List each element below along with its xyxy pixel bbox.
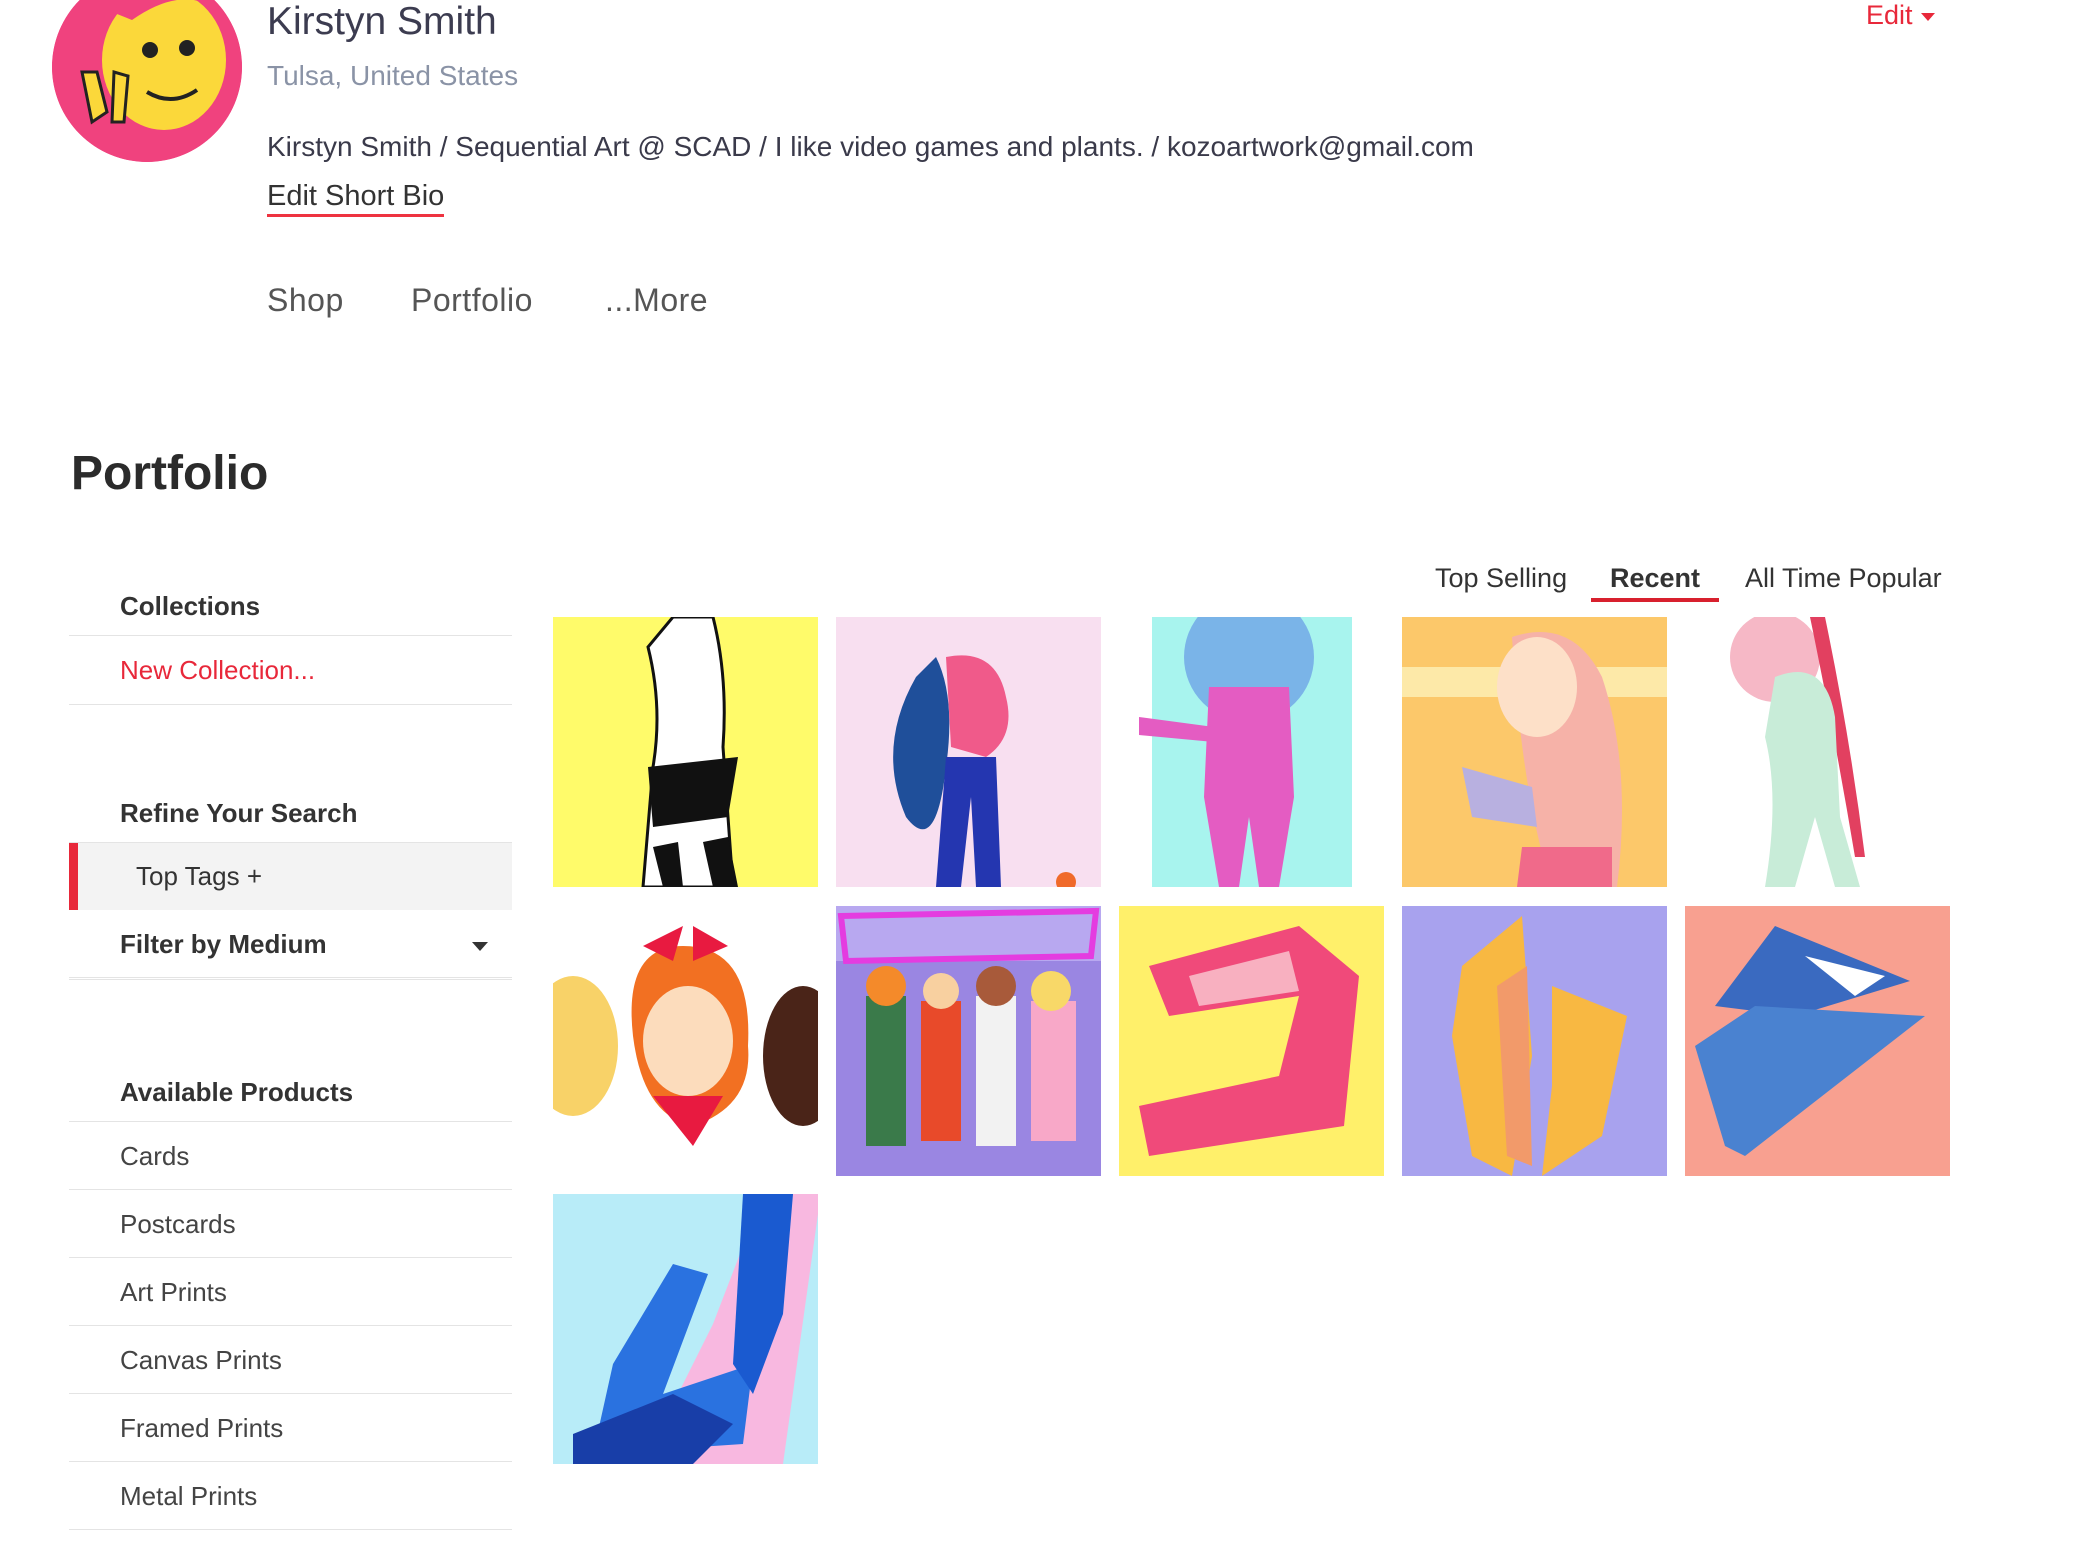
nav-portfolio[interactable]: Portfolio — [411, 282, 533, 319]
artwork-thumbnail[interactable] — [1119, 906, 1384, 1176]
edit-dropdown[interactable]: Edit — [1866, 0, 1935, 31]
filter-by-medium-dropdown[interactable]: Filter by Medium — [69, 910, 512, 980]
edit-label: Edit — [1866, 0, 1913, 30]
product-art-prints[interactable]: Art Prints — [69, 1258, 512, 1326]
collections-header: Collections — [69, 570, 512, 636]
artwork-thumbnail[interactable] — [1402, 617, 1667, 887]
sort-top-selling[interactable]: Top Selling — [1435, 563, 1567, 594]
refine-header: Refine Your Search — [69, 777, 512, 843]
profile-location: Tulsa, United States — [267, 60, 519, 91]
artwork-thumbnail[interactable] — [1685, 906, 1950, 1176]
caret-down-icon — [1920, 12, 1935, 21]
profile-bio: Kirstyn Smith / Sequential Art @ SCAD / … — [267, 131, 1474, 162]
filter-by-medium-label: Filter by Medium — [120, 929, 327, 959]
artwork-thumbnail[interactable] — [836, 906, 1101, 1176]
sidebar-refine: Refine Your Search Top Tags + Filter by … — [69, 777, 512, 980]
products-header: Available Products — [69, 1056, 512, 1122]
nav-shop[interactable]: Shop — [267, 282, 344, 319]
top-tags-toggle[interactable]: Top Tags + — [69, 843, 512, 910]
sort-recent[interactable]: Recent — [1610, 563, 1700, 594]
artwork-thumbnail[interactable] — [1119, 617, 1384, 887]
artwork-thumbnail[interactable] — [553, 906, 818, 1176]
sidebar-collections: Collections New Collection... — [69, 570, 512, 705]
product-canvas-prints[interactable]: Canvas Prints — [69, 1326, 512, 1394]
nav-more[interactable]: ...More — [605, 282, 708, 319]
avatar[interactable] — [52, 0, 242, 162]
edit-short-bio-link[interactable]: Edit Short Bio — [267, 180, 445, 217]
product-postcards[interactable]: Postcards — [69, 1190, 512, 1258]
artwork-thumbnail[interactable] — [553, 1194, 818, 1464]
artwork-thumbnail[interactable] — [1402, 906, 1667, 1176]
product-framed-prints[interactable]: Framed Prints — [69, 1394, 512, 1462]
chevron-down-icon — [472, 942, 488, 951]
sort-all-time-popular[interactable]: All Time Popular — [1745, 563, 1942, 594]
artwork-thumbnail[interactable] — [553, 617, 818, 887]
artwork-thumbnail[interactable] — [836, 617, 1101, 887]
active-sort-indicator — [1591, 598, 1719, 602]
profile-name: Kirstyn Smith — [267, 0, 497, 43]
product-cards[interactable]: Cards — [69, 1122, 512, 1190]
sidebar-products: Available Products Cards Postcards Art P… — [69, 1056, 512, 1530]
artwork-thumbnail[interactable] — [1685, 617, 1950, 887]
product-metal-prints[interactable]: Metal Prints — [69, 1462, 512, 1530]
page-title: Portfolio — [71, 447, 269, 500]
new-collection-link[interactable]: New Collection... — [69, 636, 512, 705]
